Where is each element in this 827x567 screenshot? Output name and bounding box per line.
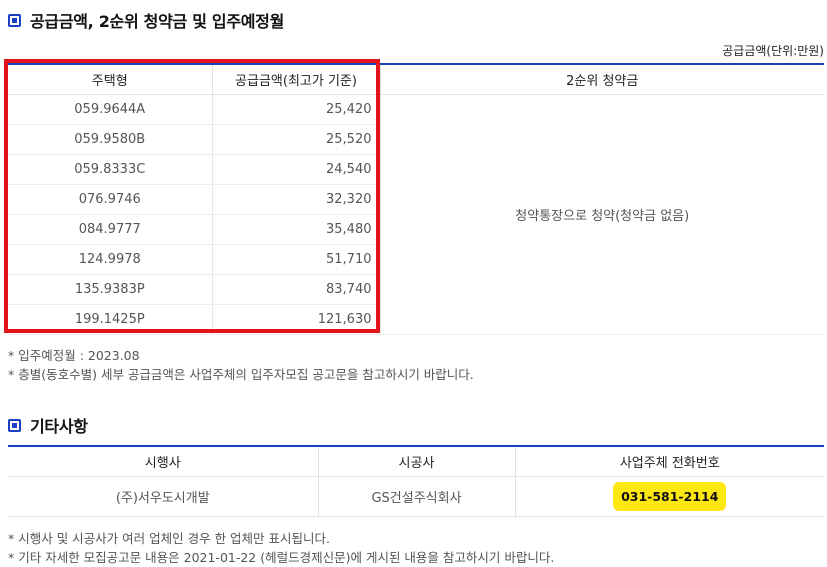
etc-title-text: 기타사항	[30, 417, 88, 436]
builder-cell: GS건설주식회사	[317, 476, 515, 517]
etc-table: 시행사 시공사 사업주체 전화번호 (주)서우도시개발 GS건설주식회사 031…	[8, 445, 824, 517]
supply-amount-cell: 32,320	[211, 184, 380, 215]
supply-table: 주택형 공급금액(최고가 기준) 2순위 청약금 059.9644A 25,42…	[8, 63, 824, 335]
house-type-cell: 135.9383P	[8, 274, 212, 305]
header-house-type: 주택형	[8, 64, 212, 95]
phone-number-badge[interactable]: 031-581-2114	[613, 481, 727, 511]
header-supply-amount: 공급금액(최고가 기준)	[211, 64, 380, 95]
announcement-note: * 기타 자세한 모집공고문 내용은 2021-01-22 (헤럴드경제신문)에…	[8, 550, 555, 565]
etc-section-title: 기타사항	[8, 413, 88, 437]
supply-amount-cell: 51,710	[211, 244, 380, 275]
unit-label: 공급금액(단위:만원)	[722, 44, 824, 58]
supply-amount-cell: 25,520	[211, 124, 380, 155]
table-row: 059.9644A 25,420 청약통장으로 청약(청약금 없음)	[8, 94, 824, 335]
header-deposit: 2순위 청약금	[379, 64, 824, 95]
house-type-cell: 059.9580B	[8, 124, 212, 155]
supply-title-text: 공급금액, 2순위 청약금 및 입주예정월	[30, 12, 284, 31]
supply-amount-cell: 121,630	[211, 304, 380, 335]
developer-cell: (주)서우도시개발	[8, 476, 318, 517]
house-type-cell: 124.9978	[8, 244, 212, 275]
header-builder: 시공사	[317, 446, 515, 477]
house-type-cell: 059.8333C	[8, 154, 212, 185]
table-row: (주)서우도시개발 GS건설주식회사 031-581-2114	[8, 476, 824, 517]
house-type-cell: 059.9644A	[8, 94, 212, 125]
header-developer: 시행사	[8, 446, 318, 477]
supply-amount-cell: 24,540	[211, 154, 380, 185]
supply-amount-cell: 25,420	[211, 94, 380, 125]
square-bullet-icon	[8, 418, 21, 432]
etc-header-row: 시행사 시공사 사업주체 전화번호	[8, 446, 824, 477]
header-phone: 사업주체 전화번호	[514, 446, 824, 477]
supply-amount-cell: 35,480	[211, 214, 380, 245]
house-type-cell: 199.1425P	[8, 304, 212, 335]
company-note: * 시행사 및 시공사가 여러 업체인 경우 한 업체만 표시됩니다.	[8, 531, 330, 546]
house-type-cell: 076.9746	[8, 184, 212, 215]
house-type-cell: 084.9777	[8, 214, 212, 245]
supply-amount-cell: 83,740	[211, 274, 380, 305]
deposit-cell: 청약통장으로 청약(청약금 없음)	[379, 94, 824, 335]
square-bullet-icon	[8, 13, 21, 27]
price-detail-note: * 층별(동호수별) 세부 공급금액은 사업주체의 입주자모집 공고문을 참고하…	[8, 367, 474, 382]
phone-cell: 031-581-2114	[514, 476, 824, 517]
supply-header-row: 주택형 공급금액(최고가 기준) 2순위 청약금	[8, 64, 824, 95]
supply-section-title: 공급금액, 2순위 청약금 및 입주예정월	[8, 8, 284, 32]
move-in-note: * 입주예정월 : 2023.08	[8, 348, 140, 363]
